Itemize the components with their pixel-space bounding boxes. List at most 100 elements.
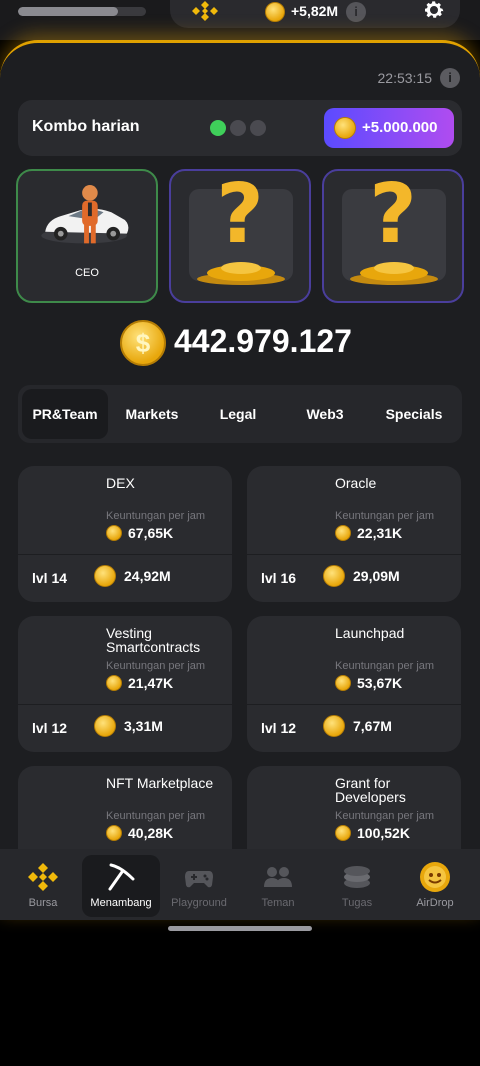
level-progress-fill [18, 7, 118, 16]
pickaxe-icon [108, 863, 135, 891]
profit-per-hour: 22,31K [357, 525, 403, 541]
coin-icon [335, 825, 351, 841]
combo-card-hidden[interactable]: ? [169, 169, 311, 303]
bottom-nav: Bursa Menambang Playground Teman Tugas A… [0, 849, 480, 920]
coin-icon [335, 525, 351, 541]
card-subtitle: Keuntungan per jam [106, 660, 206, 672]
info-icon[interactable]: i [346, 2, 366, 22]
category-tabs: PR&Team Markets Legal Web3 Specials [18, 385, 462, 443]
combo-dot-found [210, 120, 226, 136]
coin-pile-icon [350, 262, 438, 285]
friends-icon [264, 867, 292, 887]
binance-icon[interactable] [190, 0, 220, 22]
profit-per-hour: 67,65K [128, 525, 174, 541]
combo-progress-dots [210, 120, 266, 136]
gear-icon[interactable] [422, 0, 446, 22]
card-title: Launchpad [335, 625, 405, 641]
binance-icon [28, 863, 58, 891]
profit-stats: +5,82M i [170, 0, 460, 28]
coin-icon [323, 565, 345, 587]
nav-airdrop[interactable]: AirDrop [396, 855, 474, 917]
card-level: lvl 12 [32, 720, 68, 736]
card-title: DEX [106, 475, 135, 491]
combo-dot-empty [250, 120, 266, 136]
tab-pr-team[interactable]: PR&Team [22, 389, 108, 439]
nav-label: AirDrop [416, 897, 454, 909]
combo-card-hidden[interactable]: ? [322, 169, 464, 303]
level-progress-bar [18, 7, 146, 16]
card-subtitle: Keuntungan per jam [106, 810, 206, 822]
top-status-strip: +5,82M i [0, 0, 480, 40]
info-icon[interactable]: i [440, 68, 460, 88]
profit-per-hour: 53,67K [357, 675, 403, 691]
upgrade-cost: 3,31M [124, 718, 163, 734]
daily-combo-title: Kombo harian [32, 118, 140, 135]
card-subtitle: Keuntungan per jam [335, 660, 435, 672]
card-subtitle: Keuntungan per jam [106, 510, 206, 522]
ceo-car-icon [41, 185, 129, 244]
daily-combo-bar: Kombo harian +5.000.000 [18, 100, 462, 156]
question-mark-icon: ? [216, 167, 264, 262]
combo-cards: CEO ? ? [16, 169, 464, 303]
card-level: lvl 16 [261, 570, 297, 586]
upgrade-cards-grid: DEX Keuntungan per jam 67,65K lvl 14 24,… [18, 466, 462, 902]
upgrade-card-dex[interactable]: DEX Keuntungan per jam 67,65K lvl 14 24,… [18, 466, 232, 602]
nav-bursa[interactable]: Bursa [4, 855, 82, 917]
coin-balance: $ 442.979.127 [0, 317, 480, 369]
question-mark-icon: ? [369, 167, 417, 262]
coin-icon [94, 565, 116, 587]
upgrade-card-launchpad[interactable]: Launchpad Keuntungan per jam 53,67K lvl … [247, 616, 461, 752]
nav-label: Menambang [90, 897, 152, 909]
tab-markets[interactable]: Markets [110, 389, 194, 439]
card-level: lvl 14 [32, 570, 68, 586]
combo-dot-empty [230, 120, 246, 136]
nav-playground[interactable]: Playground [160, 855, 238, 917]
nav-tugas[interactable]: Tugas [318, 855, 396, 917]
home-indicator[interactable] [168, 926, 312, 931]
upgrade-card-oracle[interactable]: Oracle Keuntungan per jam 22,31K lvl 16 … [247, 466, 461, 602]
coin-icon [106, 825, 122, 841]
divider [247, 554, 461, 555]
gamepad-icon [185, 871, 213, 888]
nav-teman[interactable]: Teman [239, 855, 317, 917]
profit-per-hour: +5,82M [291, 3, 339, 19]
card-title: Vesting Smartcontracts [106, 625, 201, 655]
upgrade-cost: 29,09M [353, 568, 400, 584]
divider [18, 704, 232, 705]
upgrade-cost: 24,92M [124, 568, 171, 584]
coin-icon [323, 715, 345, 737]
profit-per-hour: 100,52K [357, 825, 410, 841]
card-title: NFT Marketplace [106, 775, 214, 791]
combo-card-ceo[interactable]: CEO [16, 169, 158, 303]
tab-specials[interactable]: Specials [370, 389, 458, 439]
card-subtitle: Keuntungan per jam [335, 810, 435, 822]
tab-legal[interactable]: Legal [196, 389, 280, 439]
card-level: lvl 12 [261, 720, 297, 736]
divider [247, 704, 461, 705]
coin-icon [334, 117, 356, 139]
coin-icon [106, 525, 122, 541]
coin-icon [265, 2, 285, 22]
airdrop-icon [420, 862, 450, 892]
combo-card-label: CEO [75, 267, 99, 279]
upgrade-card-vesting[interactable]: Vesting Smartcontracts Keuntungan per ja… [18, 616, 232, 752]
coin-icon [106, 675, 122, 691]
card-title: Grant for Developers [335, 775, 406, 805]
divider [18, 554, 232, 555]
combo-reward-value: +5.000.000 [362, 119, 438, 136]
coin-icon [94, 715, 116, 737]
upgrade-cost: 7,67M [353, 718, 392, 734]
main-panel: 22:53:15 i Kombo harian +5.000.000 CEO ?… [0, 40, 480, 920]
tasks-icon [344, 866, 370, 888]
nav-label: Teman [261, 897, 295, 909]
nav-label: Playground [171, 897, 227, 909]
nav-label: Tugas [341, 897, 373, 909]
card-title: Oracle [335, 475, 377, 491]
nav-menambang[interactable]: Menambang [82, 855, 160, 917]
dollar-coin-icon: $ [120, 320, 166, 366]
coin-icon [335, 675, 351, 691]
combo-reward-button[interactable]: +5.000.000 [324, 108, 454, 148]
profit-per-hour: 21,47K [128, 675, 174, 691]
tab-web3[interactable]: Web3 [282, 389, 368, 439]
combo-timer: 22:53:15 [377, 70, 433, 86]
